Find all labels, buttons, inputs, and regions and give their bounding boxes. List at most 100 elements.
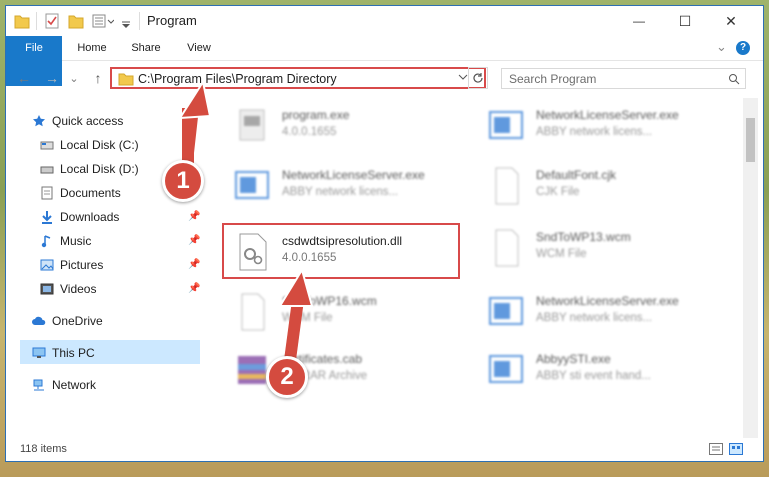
computer-icon (32, 347, 46, 358)
list-item[interactable]: certificates.cab WinRAR Archive (224, 346, 464, 396)
sidebar-item-label: Quick access (52, 114, 124, 128)
sidebar-item-videos[interactable]: Videos 📌 (40, 278, 200, 300)
list-item[interactable]: NetworkLicenseServer.exe ABBY network li… (478, 102, 718, 152)
file-name: AbbyySTI.exe (536, 352, 611, 366)
close-button[interactable]: ✕ (708, 6, 754, 36)
pin-icon[interactable]: 📌 (188, 278, 200, 300)
file-meta: WCM File (536, 248, 587, 260)
title-bar: Program — ☐ ✕ (6, 6, 763, 36)
properties-icon[interactable] (44, 12, 60, 30)
list-item[interactable]: SndToWP16.wcm WCM File (224, 288, 464, 338)
tab-share[interactable]: Share (120, 36, 172, 60)
file-meta: ABBY sti event hand... (536, 370, 651, 382)
application-icon (489, 297, 523, 325)
download-icon (42, 211, 52, 224)
list-item[interactable]: SndToWP13.wcm WCM File (478, 224, 718, 274)
chevron-down-icon[interactable] (458, 74, 468, 82)
customize-toolbar-icon[interactable] (92, 12, 114, 30)
exe-file-icon (239, 109, 265, 141)
sidebar-item-label: Pictures (60, 258, 104, 272)
recent-locations-button[interactable]: ⌄ (66, 70, 82, 86)
list-item[interactable]: NetworkLicenseServer.exe ABBY network li… (224, 162, 464, 212)
pin-icon[interactable]: 📌 (188, 206, 200, 228)
file-meta: WCM File (282, 312, 333, 324)
selection-highlight (20, 340, 200, 364)
file-name: program.exe (282, 108, 350, 122)
cloud-icon (32, 316, 46, 325)
navigation-pane: Quick access Local Disk (C:) Local Disk … (6, 98, 202, 438)
navigation-bar: ← → ⌄ ↑ C:\Program Files\Program Directo… (6, 60, 763, 96)
minimize-button[interactable]: — (616, 6, 662, 36)
file-highlight-box (222, 223, 460, 279)
drive-icon (40, 141, 54, 150)
tiles-view-icon[interactable] (729, 443, 743, 455)
tab-home[interactable]: Home (66, 36, 118, 60)
video-icon (40, 283, 54, 295)
expand-ribbon-icon[interactable]: ⌄ (716, 39, 727, 55)
new-folder-icon[interactable] (68, 12, 84, 30)
maximize-button[interactable]: ☐ (662, 6, 708, 36)
sidebar-item-label: Videos (60, 282, 97, 296)
maximize-icon: ☐ (678, 12, 692, 29)
archive-icon (238, 356, 266, 384)
list-item[interactable]: program.exe 4.0.0.1655 (224, 102, 464, 152)
file-meta: ABBY network licens... (282, 186, 399, 198)
application-icon (489, 111, 523, 139)
sidebar-item-label: Downloads (60, 210, 120, 224)
network-icon (33, 379, 44, 391)
file-name: SndToWP13.wcm (536, 230, 631, 244)
details-view-icon[interactable] (709, 443, 723, 455)
sidebar-item-label: Documents (60, 186, 121, 200)
search-input[interactable]: Search Program (501, 68, 746, 89)
file-name: NetworkLicenseServer.exe (536, 294, 679, 308)
file-name: SndToWP16.wcm (282, 294, 377, 308)
sidebar-item-label: Local Disk (C:) (60, 138, 139, 152)
file-meta: ABBY network licens... (536, 126, 653, 138)
application-icon (489, 355, 523, 383)
sidebar-item-label: Music (60, 234, 92, 248)
sidebar-item-downloads[interactable]: Downloads 📌 (40, 206, 200, 228)
file-name: NetworkLicenseServer.exe (282, 168, 425, 182)
address-bar[interactable]: C:\Program Files\Program Directory (110, 67, 486, 89)
help-icon[interactable]: ? (736, 41, 750, 55)
sidebar-item-label: Local Disk (D:) (60, 162, 139, 176)
status-bar: 118 items (6, 438, 763, 461)
star-icon (33, 115, 45, 127)
sidebar-item-label: This PC (52, 346, 95, 360)
file-icon (495, 229, 519, 267)
callout-badge-2: 2 (266, 356, 308, 398)
forward-button[interactable]: → (44, 70, 60, 86)
divider (36, 12, 37, 30)
folder-icon (118, 73, 134, 86)
sidebar-item-label: Network (52, 378, 97, 392)
list-item[interactable]: DefaultFont.cjk CJK File (478, 162, 718, 212)
refresh-icon (473, 73, 483, 83)
picture-icon (40, 259, 54, 271)
document-icon (41, 186, 53, 200)
pin-icon[interactable]: 📌 (188, 254, 200, 276)
file-name: NetworkLicenseServer.exe (536, 108, 679, 122)
sidebar-item-pictures[interactable]: Pictures 📌 (40, 254, 200, 276)
vertical-scrollbar[interactable] (743, 98, 758, 438)
explorer-window: Program — ☐ ✕ File Home Share View ⌄ ? ←… (6, 6, 763, 461)
divider (139, 12, 140, 30)
item-count: 118 items (20, 443, 67, 455)
list-item[interactable]: NetworkLicenseServer.exe ABBY network li… (478, 288, 718, 338)
file-icon (241, 293, 265, 331)
chevron-down-icon[interactable] (120, 12, 132, 30)
sidebar-item-music[interactable]: Music 📌 (40, 230, 200, 252)
tab-view[interactable]: View (176, 36, 222, 60)
up-button[interactable]: ↑ (90, 70, 106, 86)
list-item[interactable]: AbbyySTI.exe ABBY sti event hand... (478, 346, 718, 396)
pin-icon[interactable]: 📌 (188, 230, 200, 252)
file-meta: CJK File (536, 186, 580, 198)
drive-icon (40, 166, 54, 174)
scrollbar-thumb[interactable] (746, 118, 755, 162)
file-meta: ABBY network licens... (536, 312, 653, 324)
close-icon: ✕ (725, 12, 737, 29)
sidebar-item-label: OneDrive (52, 314, 103, 328)
back-button[interactable]: ← (16, 70, 32, 86)
ribbon: File Home Share View ⌄ ? (6, 36, 763, 86)
file-name: DefaultFont.cjk (536, 168, 617, 182)
refresh-button[interactable] (468, 67, 488, 89)
